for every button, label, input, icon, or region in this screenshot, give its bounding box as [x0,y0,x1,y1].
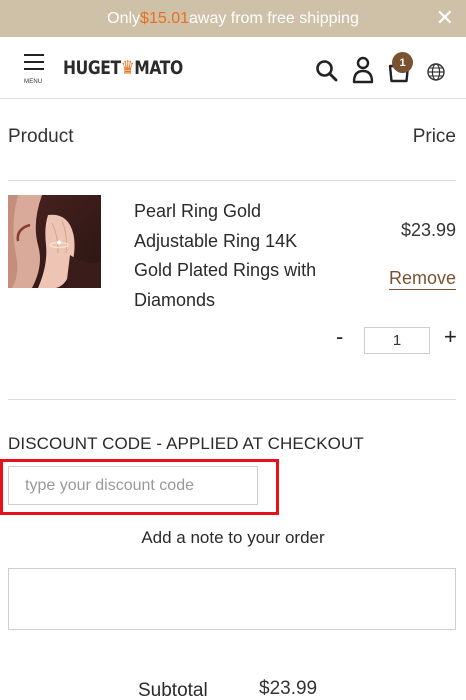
promo-amount: $15.01 [140,9,189,27]
quantity-decrease-button[interactable]: - [336,324,343,350]
globe-icon[interactable] [426,62,446,87]
logo-text-left: HUGET [63,57,121,79]
quantity-increase-button[interactable]: + [444,324,457,350]
price-column-header: Price [412,126,456,147]
logo-text-right: MATO [134,57,183,79]
divider [8,180,456,181]
product-column-header: Product [8,126,74,147]
subtotal-value: $23.99 [259,678,318,699]
site-logo[interactable]: HUGET♛MATO [63,57,183,79]
remove-link[interactable]: Remove [389,268,456,289]
search-icon[interactable] [314,58,340,89]
subtotal-label: Subtotal [138,680,208,700]
divider [8,399,456,400]
product-title-link[interactable]: Pearl Ring Gold Adjustable Ring 14K Gold… [134,197,324,315]
discount-code-label: DISCOUNT CODE - APPLIED AT CHECKOUT [8,434,364,453]
logo-crown-icon: ♛ [120,57,135,79]
close-icon[interactable]: ✕ [436,6,454,30]
order-note-label: Add a note to your order [141,528,325,547]
discount-code-input[interactable] [8,466,258,505]
menu-icon[interactable] [22,54,48,75]
order-note-textarea[interactable] [8,568,456,630]
free-shipping-banner: Only $15.01 away from free shipping ✕ [0,0,466,37]
account-icon[interactable] [351,56,375,89]
product-image[interactable] [8,195,101,288]
promo-text-after: away from free shipping [188,9,359,27]
menu-label: MENU [24,79,43,85]
cart-count-badge: 1 [392,52,413,73]
promo-text-before: Only [107,9,141,27]
item-price: $23.99 [400,220,456,240]
quantity-input[interactable] [364,327,430,354]
